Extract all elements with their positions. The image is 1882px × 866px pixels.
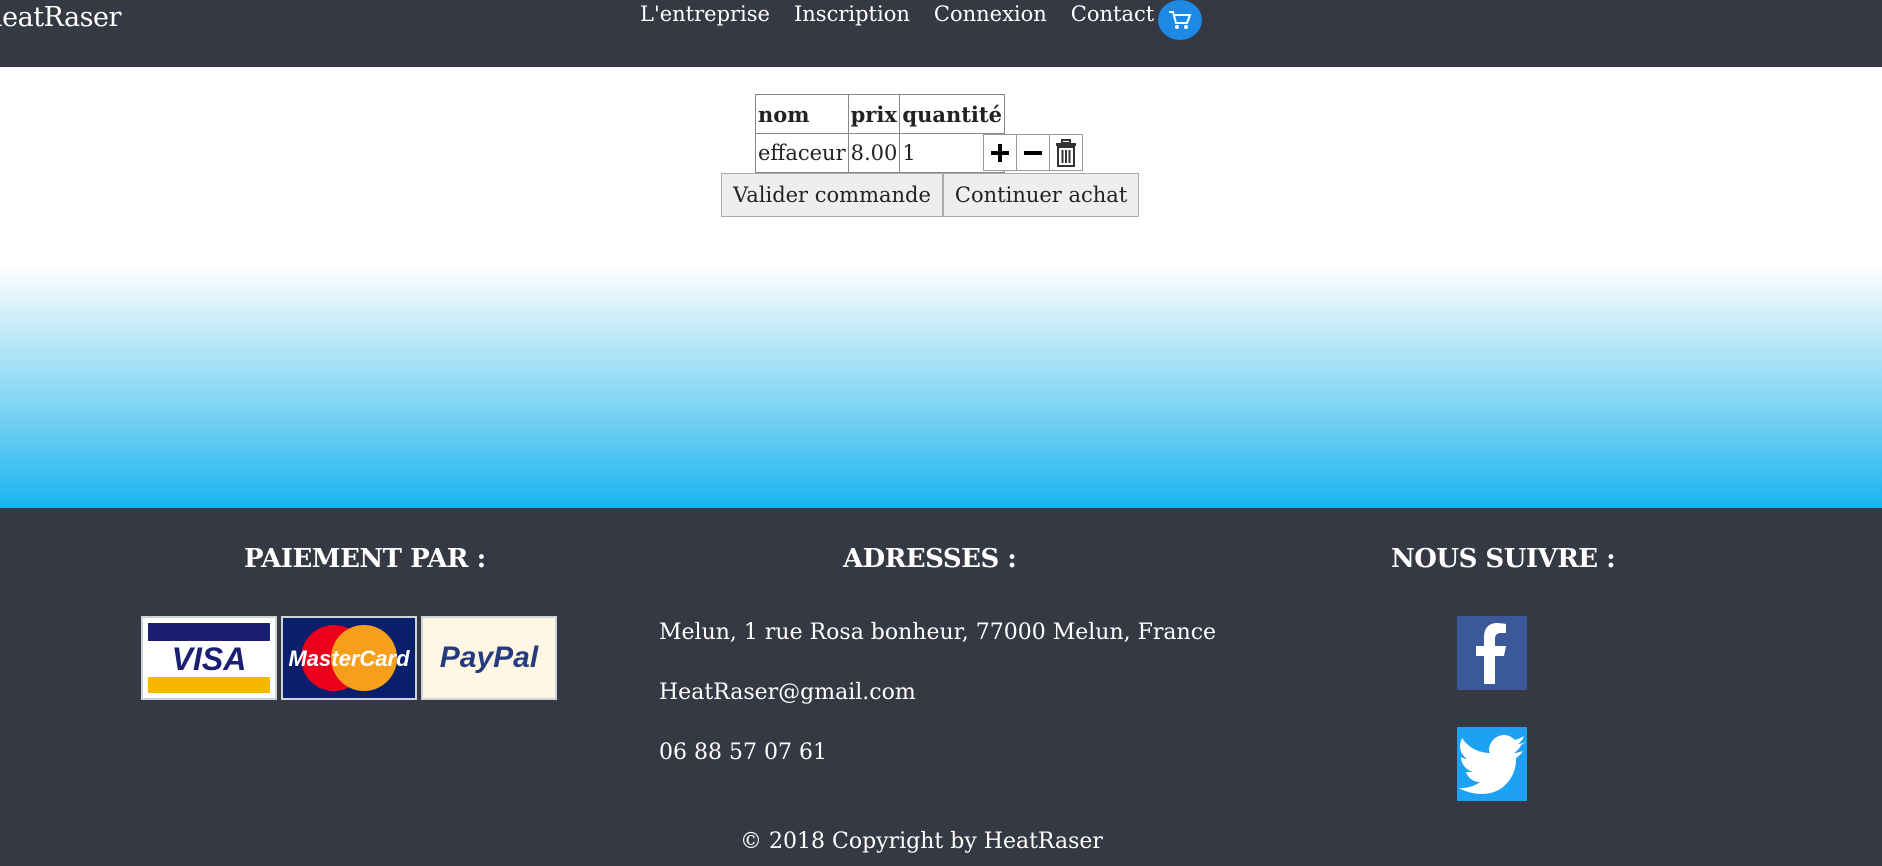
copyright-text: © 2018 Copyright by HeatRaser bbox=[740, 829, 1103, 854]
cart-icon bbox=[1169, 11, 1192, 29]
follow-title: NOUS SUIVRE : bbox=[1391, 544, 1616, 574]
top-navbar: leatRaser L'entreprise Inscription Conne… bbox=[0, 0, 1882, 67]
decrease-quantity-button[interactable] bbox=[1016, 134, 1050, 171]
mastercard-logo: MasterCard bbox=[281, 616, 417, 700]
paypal-wordmark: PayPal bbox=[440, 641, 539, 674]
twitter-icon bbox=[1459, 735, 1527, 794]
visa-logo: VISA bbox=[141, 616, 277, 700]
address-title: ADRESSES : bbox=[843, 544, 1017, 574]
increase-quantity-button[interactable] bbox=[983, 134, 1017, 171]
cell-prix: 8.00 bbox=[847, 133, 901, 173]
payment-methods: VISA MasterCard PayPal bbox=[141, 616, 557, 700]
nav-link-contact[interactable]: Contact bbox=[1071, 0, 1154, 28]
nav-link-inscription[interactable]: Inscription bbox=[794, 0, 910, 28]
cart-table: nom prix quantité effaceur 8.00 1 bbox=[755, 94, 1005, 173]
column-header-prix: prix bbox=[847, 94, 901, 134]
visa-wordmark: VISA bbox=[172, 641, 247, 677]
column-header-quantite: quantité bbox=[899, 94, 1005, 134]
decorative-gradient-band bbox=[0, 265, 1882, 508]
mastercard-wordmark: MasterCard bbox=[288, 646, 410, 671]
cart-button-row: Valider commande Continuer achat bbox=[721, 173, 1140, 217]
main-nav: L'entreprise Inscription Connexion Conta… bbox=[640, 0, 1154, 28]
facebook-icon bbox=[1476, 623, 1506, 684]
table-row: effaceur 8.00 1 bbox=[755, 133, 1005, 173]
delete-item-button[interactable] bbox=[1049, 134, 1083, 171]
facebook-link[interactable] bbox=[1457, 616, 1527, 690]
brand-logo[interactable]: leatRaser bbox=[0, 2, 121, 33]
nav-link-connexion[interactable]: Connexion bbox=[934, 0, 1047, 28]
minus-icon bbox=[1024, 150, 1042, 155]
nav-link-entreprise[interactable]: L'entreprise bbox=[640, 0, 770, 28]
plus-icon bbox=[991, 143, 1009, 162]
phone-text: 06 88 57 07 61 bbox=[659, 740, 827, 765]
row-actions bbox=[983, 134, 1083, 171]
email-text[interactable]: HeatRaser@gmail.com bbox=[659, 680, 916, 705]
twitter-link[interactable] bbox=[1457, 727, 1527, 801]
paypal-logo: PayPal bbox=[421, 616, 557, 700]
payment-title: PAIEMENT PAR : bbox=[244, 544, 486, 574]
trash-icon bbox=[1056, 138, 1076, 167]
cell-nom: effaceur bbox=[755, 133, 849, 173]
continue-shopping-button[interactable]: Continuer achat bbox=[942, 173, 1140, 217]
cart-button[interactable] bbox=[1158, 0, 1202, 40]
column-header-nom: nom bbox=[755, 94, 849, 134]
address-text: Melun, 1 rue Rosa bonheur, 77000 Melun, … bbox=[659, 620, 1217, 645]
validate-order-button[interactable]: Valider commande bbox=[721, 173, 943, 217]
footer: PAIEMENT PAR : ADRESSES : NOUS SUIVRE : … bbox=[0, 508, 1882, 866]
